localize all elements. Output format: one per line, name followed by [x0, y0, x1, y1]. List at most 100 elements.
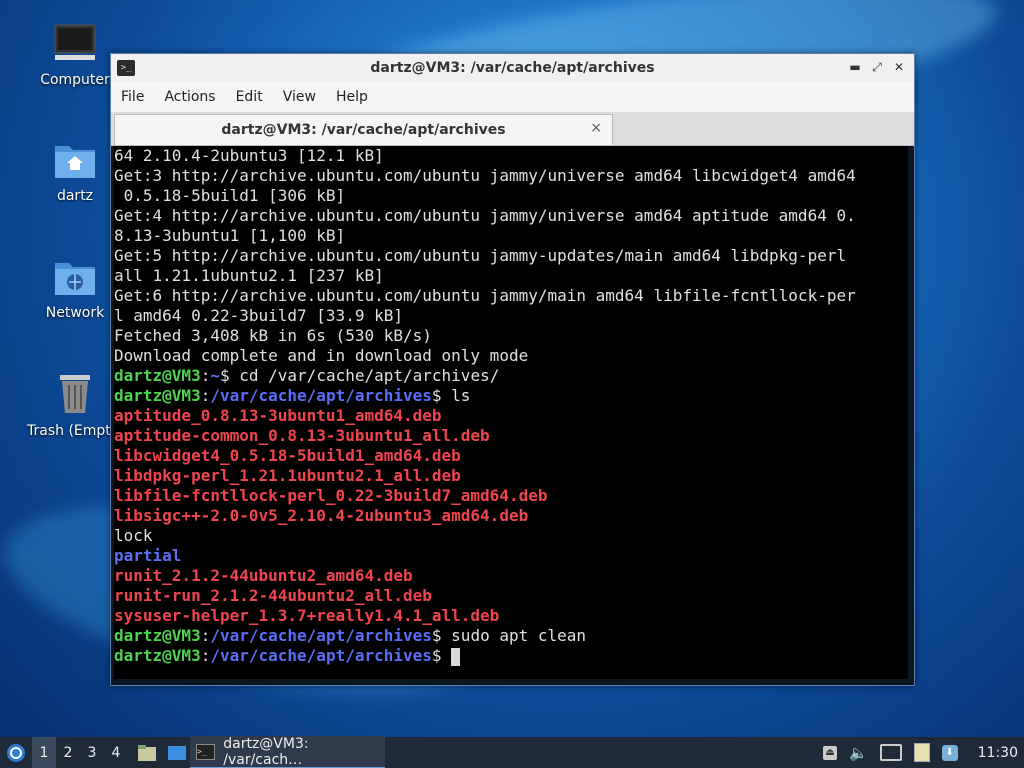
menu-view[interactable]: View: [273, 89, 326, 105]
close-window-button[interactable]: ✕: [890, 58, 908, 76]
terminal-line: 0.5.18-5build1 [306 kB]: [114, 186, 908, 206]
desktop-icon-home-folder[interactable]: dartz: [27, 140, 123, 204]
clipboard-icon[interactable]: [913, 743, 930, 762]
taskbar-terminal-button[interactable]: >_ dartz@VM3: /var/cach…: [190, 736, 385, 768]
terminal-line: dartz@VM3:/var/cache/apt/archives$: [114, 646, 908, 666]
minimize-button[interactable]: ▬: [846, 58, 864, 76]
terminal-text: :: [200, 646, 211, 665]
terminal-text: Download complete and in download only m…: [114, 346, 529, 365]
terminal-window: >_ dartz@VM3: /var/cache/apt/archives ▬ …: [110, 53, 915, 686]
terminal-text: aptitude_0.8.13-3ubuntu1_amd64.deb: [114, 406, 442, 425]
desktop-icon-computer[interactable]: Computer: [27, 24, 123, 88]
terminal-line: aptitude-common_0.8.13-3ubuntu1_all.deb: [114, 426, 908, 446]
file-manager-launcher[interactable]: [132, 737, 162, 768]
terminal-line: dartz@VM3:~$ cd /var/cache/apt/archives/: [114, 366, 908, 386]
taskbar: 1 2 3 4 >_ dartz@VM3: /var/cach… ⏏ 🔈 ⬇ 1…: [0, 736, 1024, 768]
terminal-text: libsigc++-2.0-0v5_2.10.4-2ubuntu3_amd64.…: [114, 506, 529, 525]
eject-icon[interactable]: ⏏: [822, 745, 837, 760]
terminal-text: :: [200, 366, 211, 385]
desktop-icon-network[interactable]: Network: [27, 257, 123, 321]
computer-icon: [27, 24, 123, 68]
clock: 11:30: [977, 744, 1018, 761]
menu-actions[interactable]: Actions: [154, 89, 225, 105]
terminal-line: dartz@VM3:/var/cache/apt/archives$ ls: [114, 386, 908, 406]
menu-bar: File Actions Edit View Help: [111, 82, 914, 112]
window-title: dartz@VM3: /var/cache/apt/archives: [370, 60, 655, 76]
terminal-output[interactable]: 64 2.10.4-2ubuntu3 [12.1 kB] Get:3 http:/…: [114, 146, 908, 679]
file-manager-icon: [138, 744, 156, 761]
terminal-line: Get:3 http://archive.ubuntu.com/ubuntu j…: [114, 166, 908, 186]
terminal-line: dartz@VM3:/var/cache/apt/archives$ sudo …: [114, 626, 908, 646]
terminal-line: all 1.21.1ubuntu2.1 [237 kB]: [114, 266, 908, 286]
terminal-line: Fetched 3,408 kB in 6s (530 kB/s): [114, 326, 908, 346]
lubuntu-logo-icon: [7, 743, 25, 762]
terminal-text: l amd64 0.22-3build7 [33.9 kB]: [114, 306, 403, 325]
maximize-button[interactable]: ⤢: [868, 58, 886, 76]
terminal-text: libdpkg-perl_1.21.1ubuntu2.1_all.deb: [114, 466, 461, 485]
terminal-line: partial: [114, 546, 908, 566]
terminal-app-icon: >_: [117, 60, 135, 76]
terminal-line: aptitude_0.8.13-3ubuntu1_amd64.deb: [114, 406, 908, 426]
volume-icon[interactable]: 🔈: [849, 744, 868, 762]
terminal-tab[interactable]: dartz@VM3: /var/cache/apt/archives ×: [114, 114, 613, 145]
window-titlebar[interactable]: >_ dartz@VM3: /var/cache/apt/archives ▬ …: [111, 54, 914, 82]
network-folder-icon: [27, 257, 123, 301]
terminal-line: runit-run_2.1.2-44ubuntu2_all.deb: [114, 586, 908, 606]
terminal-cursor: [451, 647, 461, 666]
terminal-line: 8.13-3ubuntu1 [1,100 kB]: [114, 226, 908, 246]
terminal-line: Get:6 http://archive.ubuntu.com/ubuntu j…: [114, 286, 908, 306]
terminal-text: /var/cache/apt/archives: [210, 646, 432, 665]
terminal-text: libfile-fcntllock-perl_0.22-3build7_amd6…: [114, 486, 548, 505]
terminal-text: $: [431, 646, 452, 665]
terminal-line: Get:4 http://archive.ubuntu.com/ubuntu j…: [114, 206, 908, 226]
workspace-4[interactable]: 4: [104, 737, 128, 768]
terminal-line: 64 2.10.4-2ubuntu3 [12.1 kB]: [114, 146, 908, 166]
terminal-small-icon: >_: [196, 743, 216, 760]
terminal-text: 64 2.10.4-2ubuntu3 [12.1 kB]: [114, 146, 384, 165]
tab-bar: dartz@VM3: /var/cache/apt/archives ×: [111, 112, 914, 146]
desktop-icon: [168, 745, 186, 760]
terminal-text: runit_2.1.2-44ubuntu2_amd64.deb: [114, 566, 413, 585]
home-folder-icon: [27, 140, 123, 184]
terminal-line: Download complete and in download only m…: [114, 346, 908, 366]
terminal-text: /var/cache/apt/archives: [210, 626, 432, 645]
terminal-text: sysuser-helper_1.3.7+really1.4.1_all.deb: [114, 606, 500, 625]
terminal-text: Fetched 3,408 kB in 6s (530 kB/s): [114, 326, 432, 345]
menu-edit[interactable]: Edit: [226, 89, 273, 105]
terminal-text: Get:4 http://archive.ubuntu.com/ubuntu j…: [114, 206, 856, 225]
terminal-text: Get:5 http://archive.ubuntu.com/ubuntu j…: [114, 246, 847, 265]
terminal-text: ~: [210, 366, 220, 385]
desktop-icon-label: Network: [45, 305, 105, 321]
terminal-line: sysuser-helper_1.3.7+really1.4.1_all.deb: [114, 606, 908, 626]
terminal-text: runit-run_2.1.2-44ubuntu2_all.deb: [114, 586, 432, 605]
terminal-text: Get:6 http://archive.ubuntu.com/ubuntu j…: [114, 286, 856, 305]
terminal-text: partial: [114, 546, 182, 565]
terminal-line: runit_2.1.2-44ubuntu2_amd64.deb: [114, 566, 908, 586]
terminal-text: Get:3 http://archive.ubuntu.com/ubuntu j…: [114, 166, 856, 185]
menu-help[interactable]: Help: [326, 89, 378, 105]
start-menu-button[interactable]: [0, 737, 32, 768]
update-notifier-icon[interactable]: ⬇: [941, 744, 958, 761]
menu-file[interactable]: File: [111, 89, 154, 105]
terminal-text: aptitude-common_0.8.13-3ubuntu1_all.deb: [114, 426, 490, 445]
show-desktop-button[interactable]: [162, 737, 192, 768]
tab-title: dartz@VM3: /var/cache/apt/archives: [221, 122, 506, 138]
terminal-text: $ cd /var/cache/apt/archives/: [219, 366, 500, 385]
trash-icon: [27, 373, 123, 419]
terminal-text: dartz@VM3: [114, 646, 201, 665]
workspace-3[interactable]: 3: [80, 737, 104, 768]
desktop-icon-label: dartz: [56, 188, 94, 204]
terminal-text: /var/cache/apt/archives: [210, 386, 432, 405]
desktop-icon-label: Computer: [40, 72, 110, 88]
tab-close-icon[interactable]: ×: [590, 120, 602, 136]
terminal-text: 0.5.18-5build1 [306 kB]: [114, 186, 346, 205]
network-tray-icon[interactable]: [879, 744, 902, 761]
system-tray: ⏏ 🔈 ⬇ 11:30: [822, 737, 1024, 768]
terminal-line: lock: [114, 526, 908, 546]
workspace-1[interactable]: 1: [32, 737, 56, 768]
terminal-line: libcwidget4_0.5.18-5build1_amd64.deb: [114, 446, 908, 466]
workspace-2[interactable]: 2: [56, 737, 80, 768]
desktop-icon-trash[interactable]: Trash (Empty): [27, 373, 125, 439]
terminal-line: libsigc++-2.0-0v5_2.10.4-2ubuntu3_amd64.…: [114, 506, 908, 526]
terminal-text: dartz@VM3: [114, 626, 201, 645]
